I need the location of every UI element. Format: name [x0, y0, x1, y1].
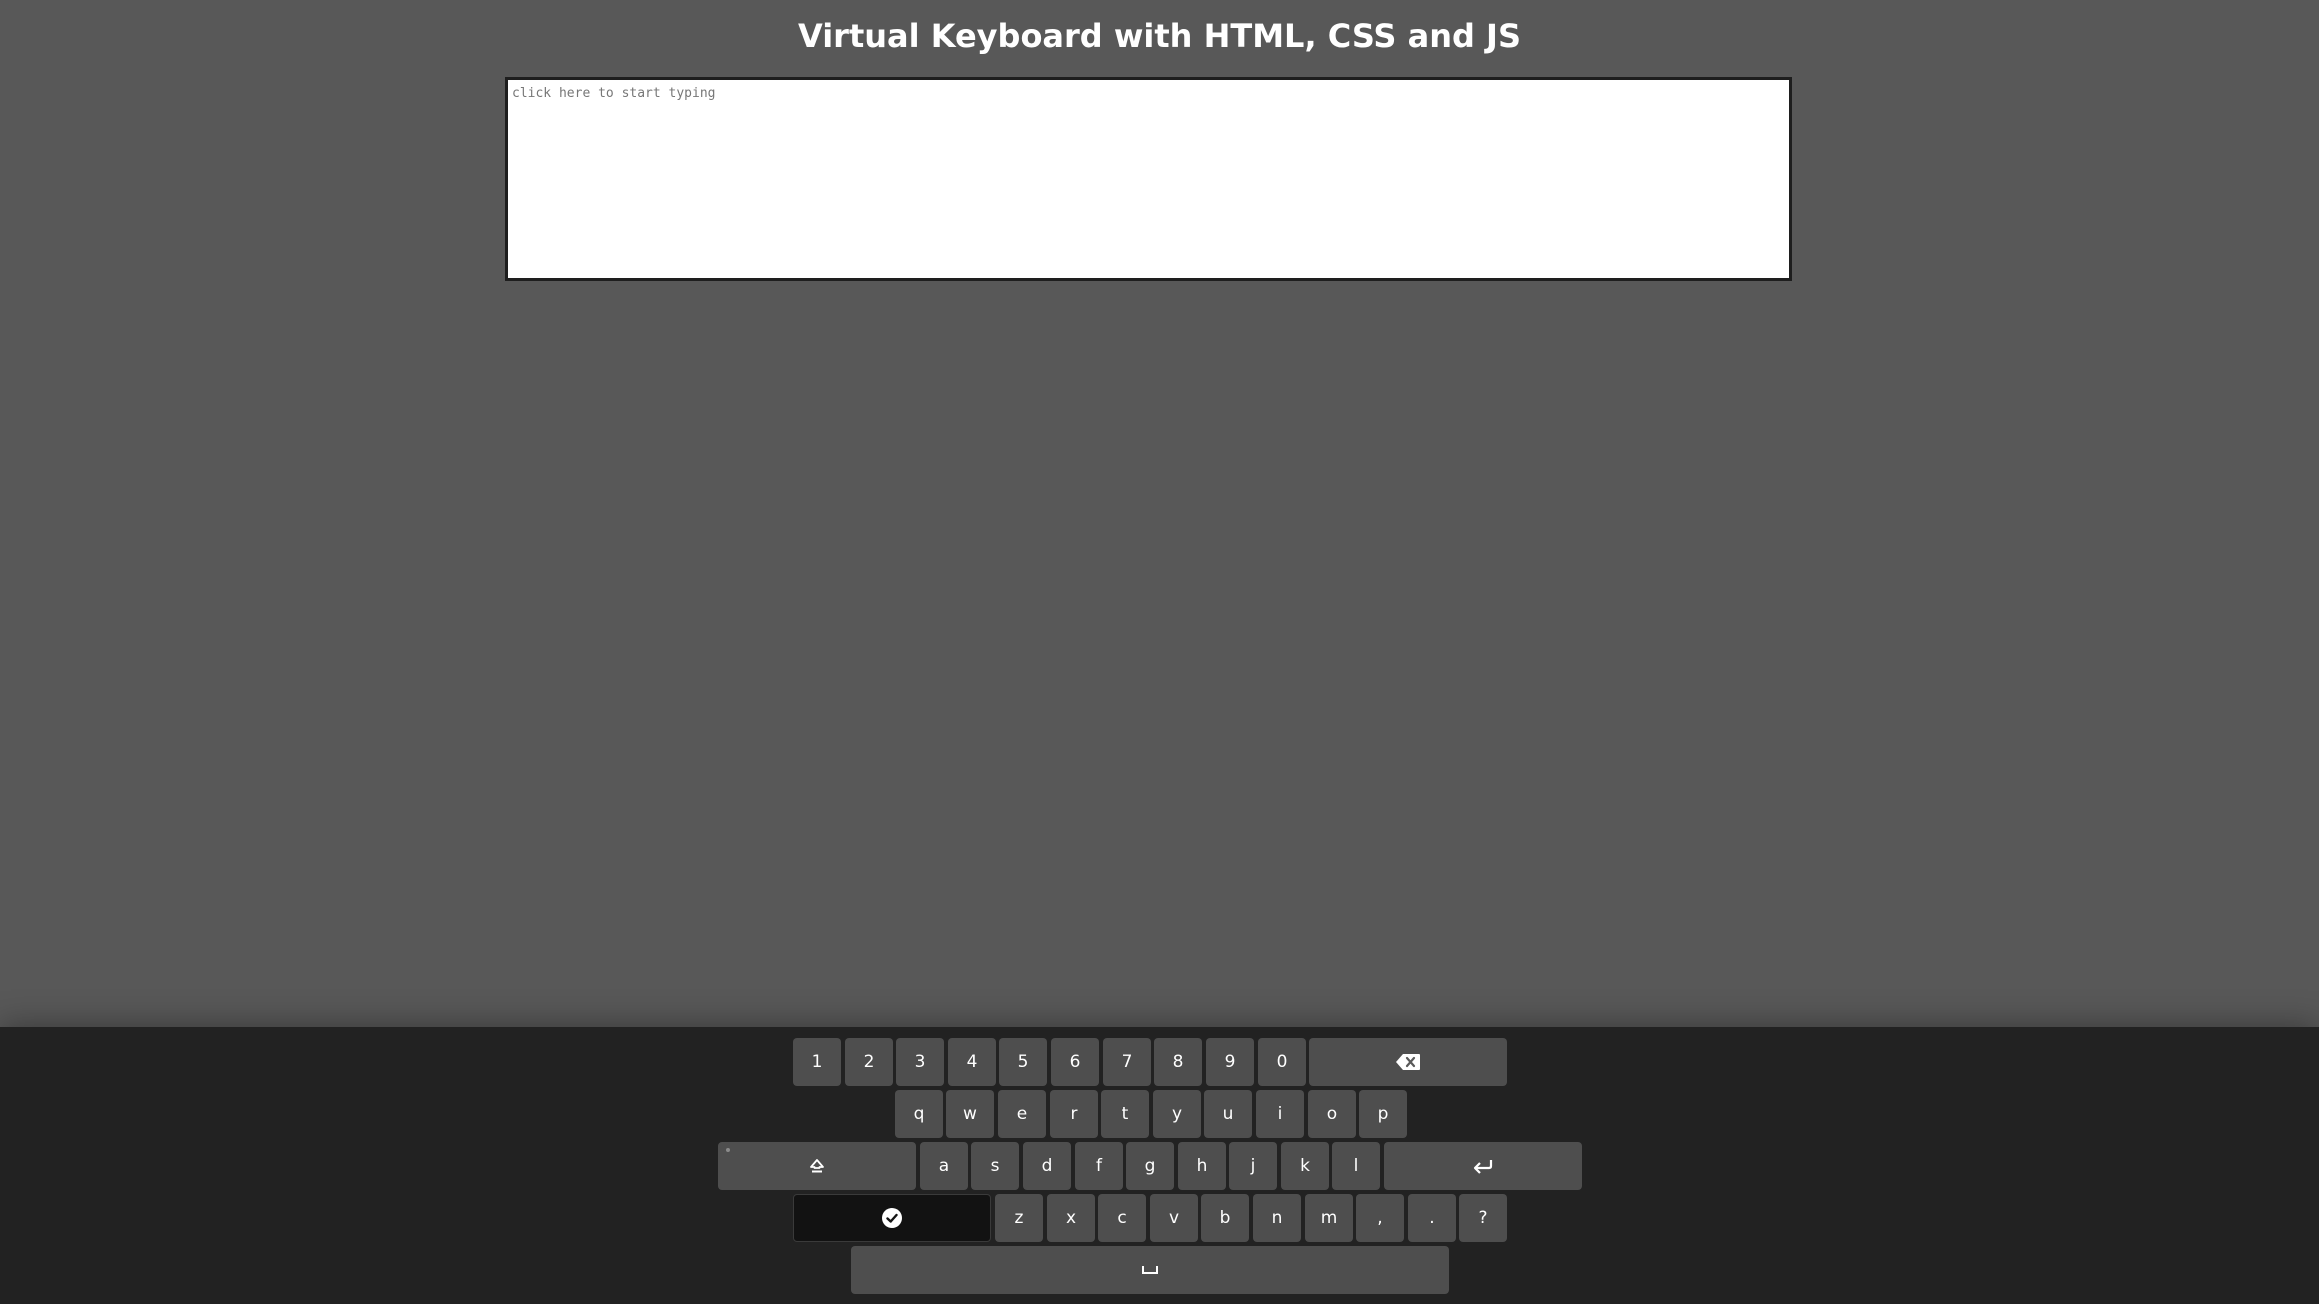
key-label: y: [1171, 1104, 1183, 1124]
key-x[interactable]: x: [1047, 1194, 1095, 1242]
key-label: p: [1377, 1104, 1389, 1124]
key-label: 4: [966, 1052, 978, 1072]
key-label: b: [1219, 1208, 1231, 1228]
backspace-icon: [1395, 1053, 1421, 1071]
key-w[interactable]: w: [946, 1090, 994, 1138]
key-label: e: [1016, 1104, 1028, 1124]
key-label: l: [1353, 1156, 1359, 1176]
key-9[interactable]: 9: [1206, 1038, 1254, 1086]
key-label: .: [1429, 1208, 1435, 1228]
key-label: 2: [863, 1052, 875, 1072]
key-g[interactable]: g: [1126, 1142, 1174, 1190]
key-label: 1: [811, 1052, 823, 1072]
key-y[interactable]: y: [1153, 1090, 1201, 1138]
key-5[interactable]: 5: [999, 1038, 1047, 1086]
key-label: 6: [1069, 1052, 1081, 1072]
key-b[interactable]: b: [1201, 1194, 1249, 1242]
key-label: q: [913, 1104, 925, 1124]
key-label: j: [1250, 1156, 1256, 1176]
key-label: 3: [914, 1052, 926, 1072]
key-0[interactable]: 0: [1258, 1038, 1306, 1086]
key-d[interactable]: d: [1023, 1142, 1071, 1190]
key-i[interactable]: i: [1256, 1090, 1304, 1138]
key-a[interactable]: a: [920, 1142, 968, 1190]
key-label: v: [1168, 1208, 1180, 1228]
space-key[interactable]: [851, 1246, 1449, 1294]
key-label: m: [1320, 1208, 1338, 1228]
key-e[interactable]: e: [998, 1090, 1046, 1138]
page-title: Virtual Keyboard with HTML, CSS and JS: [798, 17, 1521, 55]
key-label: 5: [1017, 1052, 1029, 1072]
key-t[interactable]: t: [1101, 1090, 1149, 1138]
key-label: ,: [1377, 1208, 1383, 1228]
key-label: i: [1277, 1104, 1283, 1124]
key-q[interactable]: q: [895, 1090, 943, 1138]
virtual-keyboard: 1 2 3 4 5 6 7 8 9 0 q w e r t y u i o p …: [0, 1027, 2319, 1304]
key-label: t: [1121, 1104, 1129, 1124]
key-j[interactable]: j: [1229, 1142, 1277, 1190]
key-label: g: [1144, 1156, 1156, 1176]
key-o[interactable]: o: [1308, 1090, 1356, 1138]
key-period[interactable]: .: [1408, 1194, 1456, 1242]
key-3[interactable]: 3: [896, 1038, 944, 1086]
key-6[interactable]: 6: [1051, 1038, 1099, 1086]
key-label: 0: [1276, 1052, 1288, 1072]
key-label: r: [1070, 1104, 1078, 1124]
key-label: x: [1065, 1208, 1077, 1228]
key-question[interactable]: ?: [1459, 1194, 1507, 1242]
key-h[interactable]: h: [1178, 1142, 1226, 1190]
key-2[interactable]: 2: [845, 1038, 893, 1086]
key-n[interactable]: n: [1253, 1194, 1301, 1242]
key-label: k: [1300, 1156, 1310, 1176]
key-1[interactable]: 1: [793, 1038, 841, 1086]
key-label: n: [1271, 1208, 1283, 1228]
key-z[interactable]: z: [995, 1194, 1043, 1242]
typing-textarea[interactable]: [505, 77, 1792, 281]
key-comma[interactable]: ,: [1356, 1194, 1404, 1242]
key-7[interactable]: 7: [1103, 1038, 1151, 1086]
key-label: d: [1041, 1156, 1053, 1176]
caps-lock-icon: [809, 1158, 825, 1174]
key-label: s: [990, 1156, 1000, 1176]
caps-indicator: [726, 1148, 730, 1152]
key-p[interactable]: p: [1359, 1090, 1407, 1138]
key-u[interactable]: u: [1204, 1090, 1252, 1138]
key-label: o: [1326, 1104, 1338, 1124]
key-label: 8: [1172, 1052, 1184, 1072]
key-label: h: [1196, 1156, 1208, 1176]
key-label: 7: [1121, 1052, 1133, 1072]
key-label: z: [1014, 1208, 1024, 1228]
key-label: ?: [1478, 1208, 1488, 1228]
key-l[interactable]: l: [1332, 1142, 1380, 1190]
done-key[interactable]: [793, 1194, 991, 1242]
backspace-key[interactable]: [1309, 1038, 1507, 1086]
key-m[interactable]: m: [1305, 1194, 1353, 1242]
key-k[interactable]: k: [1281, 1142, 1329, 1190]
key-label: w: [963, 1104, 977, 1124]
key-label: f: [1096, 1156, 1102, 1176]
space-bar-icon: [1141, 1265, 1159, 1275]
key-v[interactable]: v: [1150, 1194, 1198, 1242]
caps-lock-key[interactable]: [718, 1142, 916, 1190]
check-circle-icon: [881, 1207, 903, 1229]
enter-key[interactable]: [1384, 1142, 1582, 1190]
key-label: c: [1117, 1208, 1127, 1228]
key-4[interactable]: 4: [948, 1038, 996, 1086]
key-8[interactable]: 8: [1154, 1038, 1202, 1086]
key-label: u: [1222, 1104, 1234, 1124]
key-label: 9: [1224, 1052, 1236, 1072]
key-s[interactable]: s: [971, 1142, 1019, 1190]
key-f[interactable]: f: [1075, 1142, 1123, 1190]
enter-icon: [1472, 1158, 1494, 1174]
key-r[interactable]: r: [1050, 1090, 1098, 1138]
key-label: a: [938, 1156, 950, 1176]
key-c[interactable]: c: [1098, 1194, 1146, 1242]
